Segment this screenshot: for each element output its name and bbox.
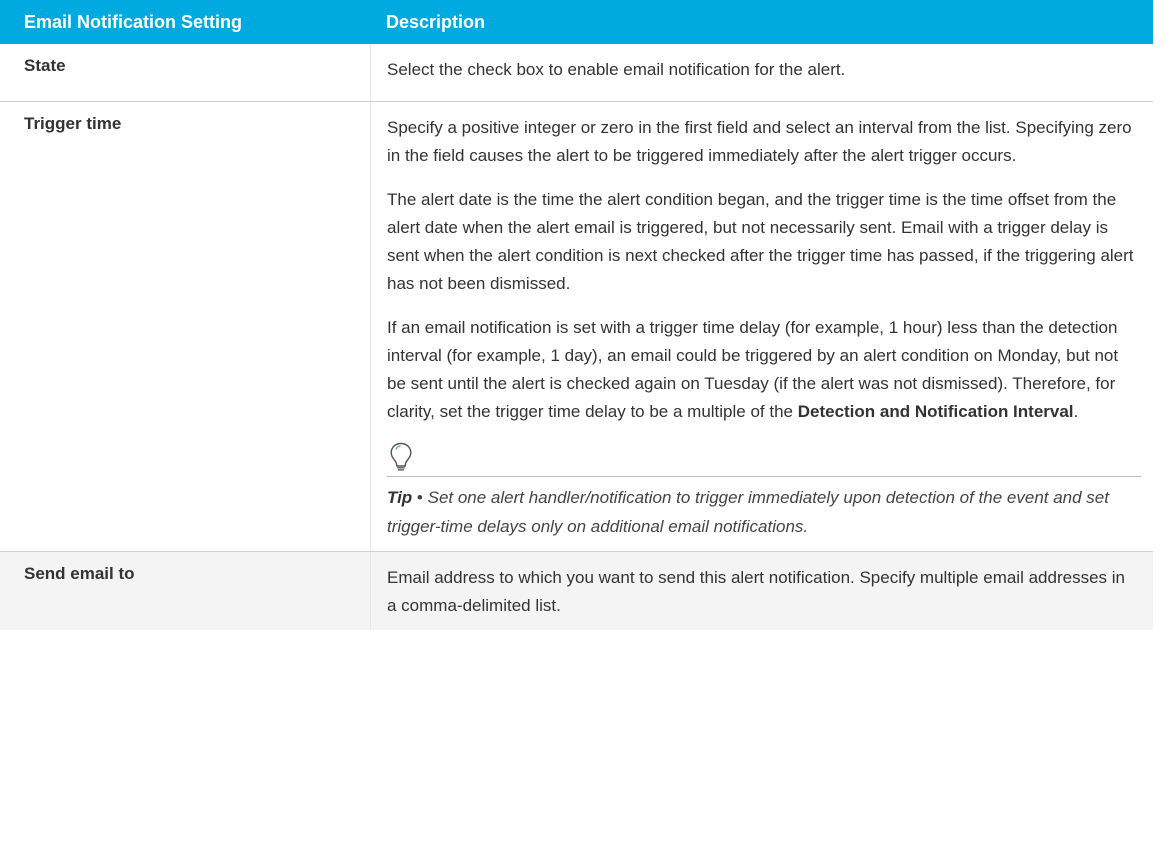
setting-description: Specify a positive integer or zero in th… — [370, 102, 1153, 551]
tip-label: Tip — [387, 488, 413, 507]
column-header-description: Description — [386, 11, 486, 32]
table-header-row: Email Notification Setting Description — [0, 0, 1153, 44]
tip-body: Set one alert handler/notification to tr… — [387, 488, 1109, 536]
tip-separator: • — [416, 488, 423, 507]
email-notification-settings-table: Email Notification Setting Description S… — [0, 0, 1153, 630]
tip-callout: Tip • Set one alert handler/notification… — [387, 442, 1141, 541]
setting-description: Email address to which you want to send … — [370, 552, 1153, 630]
table-row-state: State Select the check box to enable ema… — [0, 44, 1153, 102]
lightbulb-icon — [390, 442, 412, 471]
description-text-end: . — [1073, 402, 1079, 421]
detection-interval-term: Detection and Notification Interval — [797, 402, 1074, 421]
table-row-trigger-time: Trigger time Specify a positive integer … — [0, 102, 1153, 552]
description-paragraph: If an email notification is set with a t… — [387, 314, 1139, 426]
setting-name: Trigger time — [24, 114, 122, 133]
description-paragraph: Specify a positive integer or zero in th… — [387, 118, 1132, 165]
description-paragraph: The alert date is the time the alert con… — [387, 190, 1134, 293]
description-paragraph: Select the check box to enable email not… — [387, 60, 846, 79]
setting-name: State — [24, 56, 66, 75]
setting-name: Send email to — [24, 564, 135, 583]
setting-description: Select the check box to enable email not… — [370, 44, 1153, 101]
table-row-send-email-to: Send email to Email address to which you… — [0, 552, 1153, 630]
description-paragraph: Email address to which you want to send … — [387, 568, 1125, 615]
tip-divider — [387, 476, 1141, 477]
tip-text: Tip • Set one alert handler/notification… — [387, 483, 1139, 541]
column-header-setting: Email Notification Setting — [24, 11, 243, 32]
